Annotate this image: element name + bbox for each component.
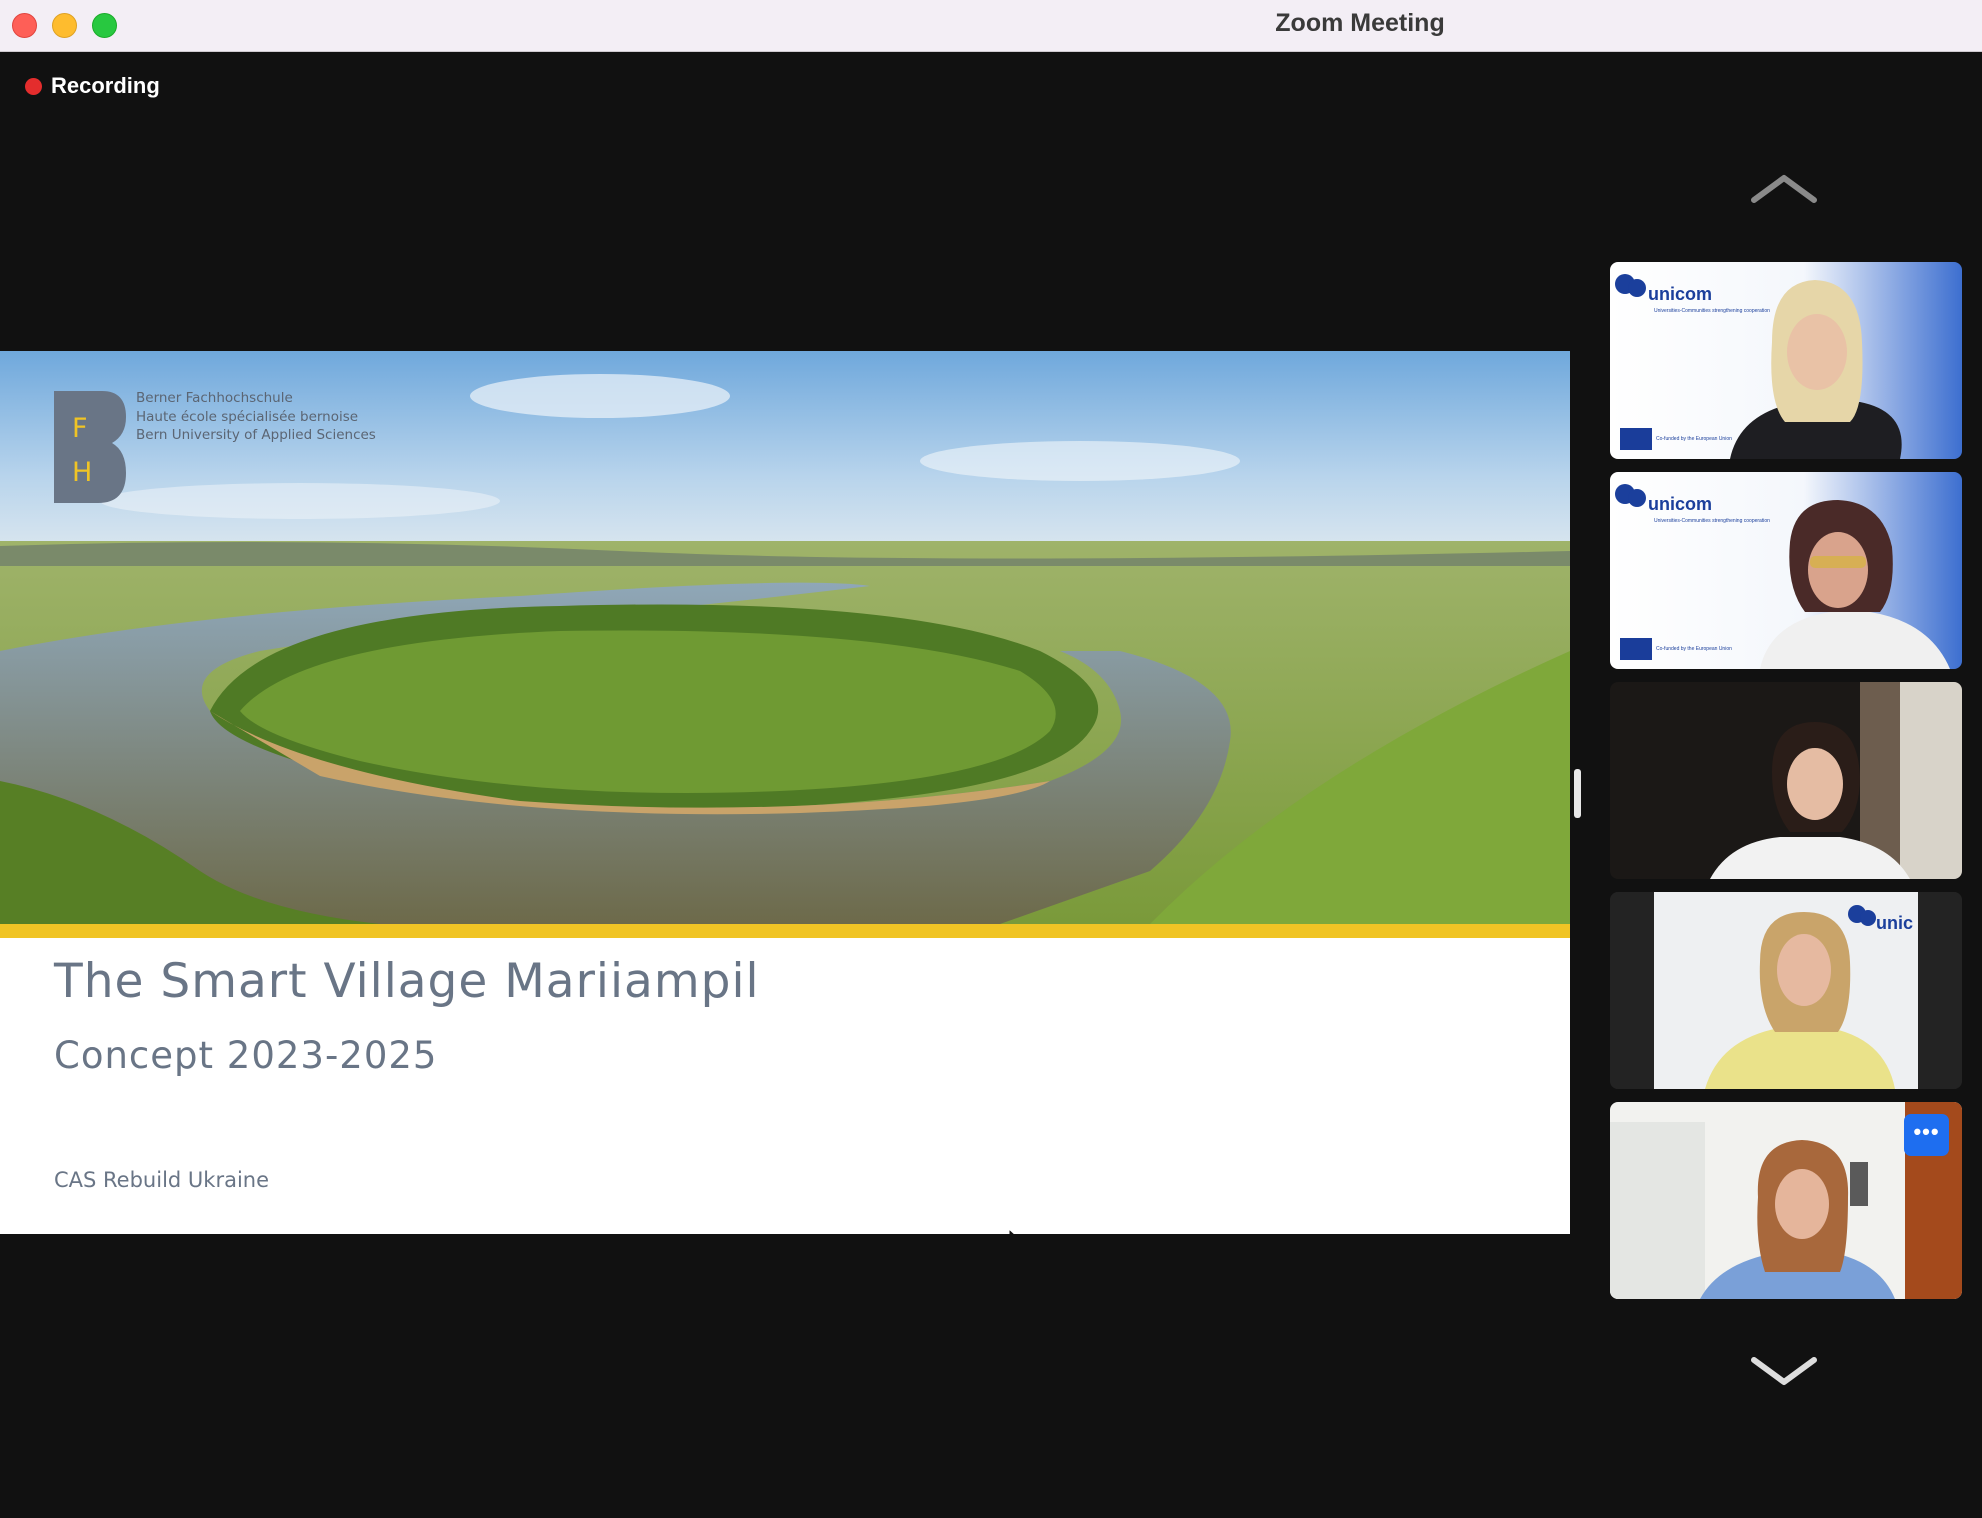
participant-video-tile[interactable]: unicom Universities-Communities strength…	[1610, 472, 1962, 669]
institution-name: Berner Fachhochschule Haute école spécia…	[136, 389, 376, 445]
unicom-logo-text: unicom	[1648, 494, 1712, 514]
slide-accent-bar	[0, 924, 1570, 938]
slide-title: The Smart Village Mariiampil	[54, 954, 760, 1009]
participant-video-tile[interactable]: uniс	[1610, 892, 1962, 1089]
recording-dot-icon	[25, 77, 42, 95]
participant-more-options-button[interactable]: •••	[1904, 1114, 1949, 1156]
participant-video-tile[interactable]	[1610, 682, 1962, 879]
window-titlebar: Zoom Meeting	[0, 0, 1982, 52]
bfh-logo: F H	[54, 391, 126, 503]
participant-video-tile[interactable]: unicom Universities-Communities strength…	[1610, 262, 1962, 459]
eu-caption: Co-funded by the European Union	[1656, 646, 1732, 652]
logo-letter-h: H	[72, 457, 92, 488]
institution-line-de: Berner Fachhochschule	[136, 390, 293, 406]
mouse-pointer-icon	[1008, 1228, 1016, 1234]
chevron-down-icon[interactable]	[1748, 1352, 1820, 1392]
shared-screen-slide[interactable]: F H Berner Fachhochschule Haute école sp…	[0, 351, 1570, 1234]
unicom-tagline: Universities-Communities strengthening c…	[1654, 308, 1770, 314]
logo-letter-f: F	[72, 413, 88, 444]
unicom-tagline: Universities-Communities strengthening c…	[1654, 518, 1770, 524]
chevron-up-icon[interactable]	[1748, 168, 1820, 208]
recording-label: Recording	[51, 73, 160, 98]
unicom-logo-text: unicom	[1648, 284, 1712, 304]
slide-subtitle: Concept 2023-2025	[54, 1034, 438, 1077]
panel-resize-handle[interactable]	[1574, 769, 1581, 818]
slide-footer: CAS Rebuild Ukraine	[54, 1168, 270, 1192]
recording-indicator[interactable]: Recording	[25, 73, 160, 99]
eu-caption: Co-funded by the European Union	[1656, 436, 1732, 442]
window-title: Zoom Meeting	[1275, 9, 1445, 37]
institution-line-fr: Haute école spécialisée bernoise	[136, 408, 359, 425]
institution-line-en: Bern University of Applied Sciences	[136, 427, 376, 443]
unicom-logo-text: uniс	[1876, 913, 1913, 933]
